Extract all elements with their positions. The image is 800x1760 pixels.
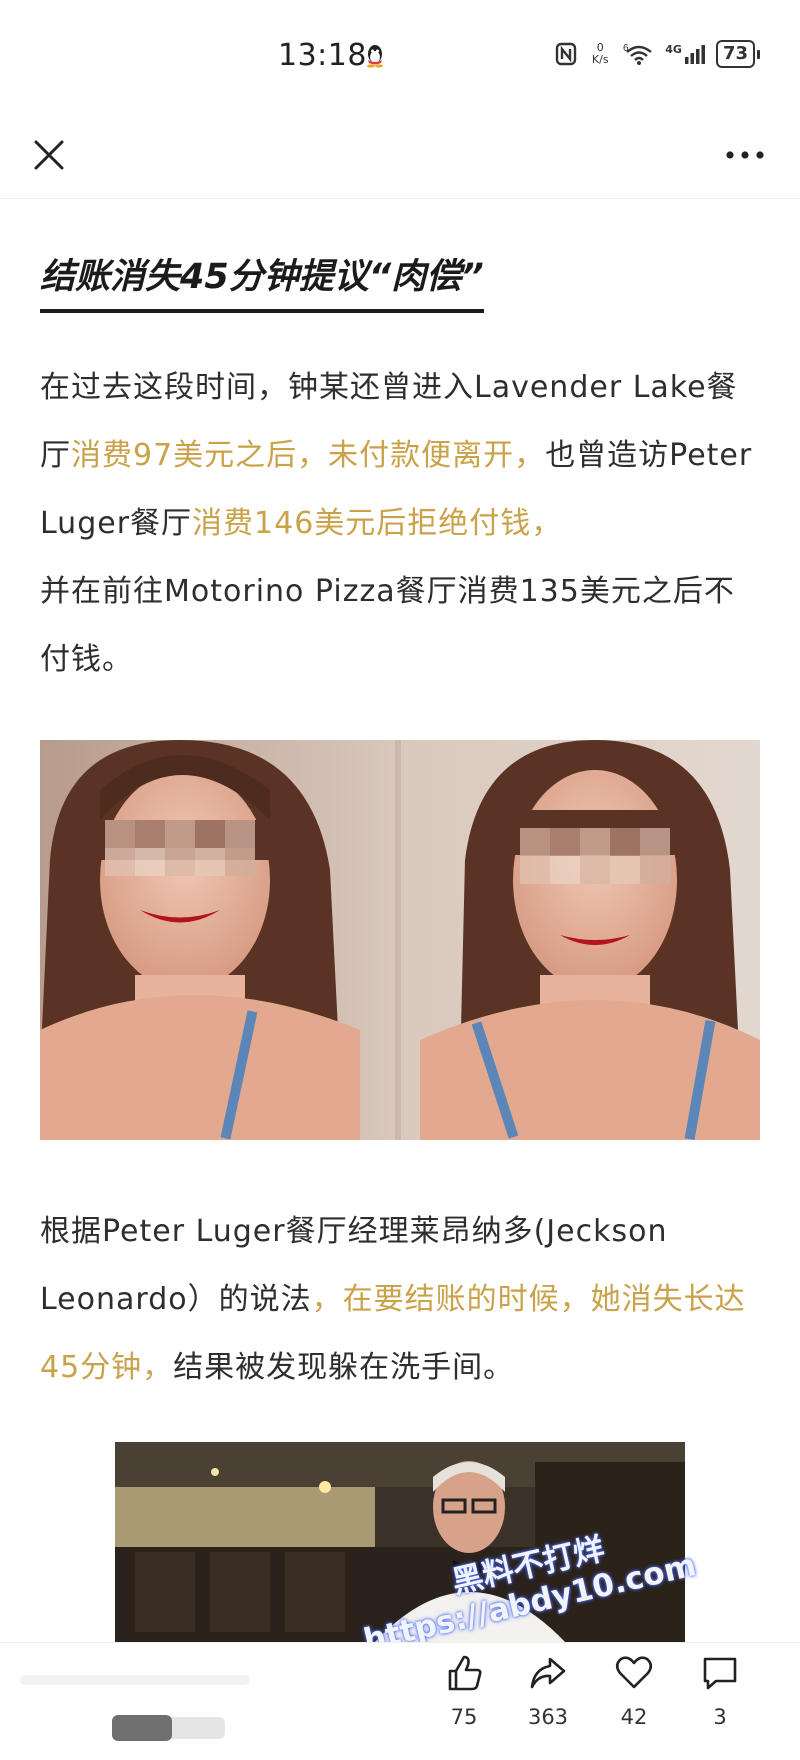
status-bar: 13:18 0 K/s 6 4G 73 <box>0 0 800 120</box>
paragraph-2: 根据Peter Luger餐厅经理莱昂纳多(Jeckson Leonardo）的… <box>40 1198 760 1402</box>
para1-highlight-2: 消费146美元后拒绝付钱， <box>192 506 563 541</box>
share-button[interactable]: 363 <box>508 1653 588 1729</box>
para1-text-3: 并在前往Motorino Pizza餐厅消费135美元之后不付钱。 <box>40 574 735 677</box>
share-count: 363 <box>527 1705 569 1729</box>
para1-highlight-1: 消费97美元之后，未付款便离开， <box>71 438 546 473</box>
article-photo-women[interactable] <box>40 740 760 1140</box>
signal-bars-icon <box>684 45 705 64</box>
like-count: 75 <box>450 1705 478 1729</box>
like-button[interactable]: 75 <box>424 1653 504 1729</box>
status-time: 13:18 <box>278 38 367 73</box>
more-dots-icon[interactable] <box>720 132 770 178</box>
qq-penguin-icon <box>367 45 383 68</box>
paragraph-1: 在过去这段时间，钟某还曾进入Lavender Lake餐厅消费97美元之后，未付… <box>40 354 760 694</box>
favorite-button[interactable]: 42 <box>594 1653 674 1729</box>
heart-icon <box>615 1656 653 1689</box>
status-icons: 0 K/s 6 4G 73 <box>555 40 760 68</box>
battery-indicator: 73 <box>715 40 760 68</box>
close-icon[interactable] <box>26 132 72 178</box>
wifi-icon: 6 <box>623 43 653 65</box>
comment-count: 3 <box>713 1705 727 1729</box>
comment-button[interactable]: 3 <box>680 1653 760 1729</box>
battery-level: 73 <box>715 40 755 68</box>
net-speed: 0 K/s <box>591 41 609 66</box>
section-headline: 结账消失45分钟提议“肉偿” <box>40 248 484 313</box>
favorite-count: 42 <box>620 1705 648 1729</box>
thumbs-up-icon <box>448 1655 482 1691</box>
top-toolbar <box>0 120 800 199</box>
comment-input-placeholder[interactable] <box>20 1657 260 1747</box>
share-arrow-icon <box>530 1657 566 1689</box>
para2-text-2: 结果被发现躲在洗手间。 <box>173 1350 515 1385</box>
signal-label: 4G <box>665 43 682 56</box>
signal-indicator: 4G <box>665 43 706 65</box>
nfc-icon <box>556 42 577 66</box>
bottom-action-bar: 75 363 42 3 <box>0 1642 800 1760</box>
comment-bubble-icon <box>703 1657 737 1690</box>
battery-tip <box>757 49 760 59</box>
